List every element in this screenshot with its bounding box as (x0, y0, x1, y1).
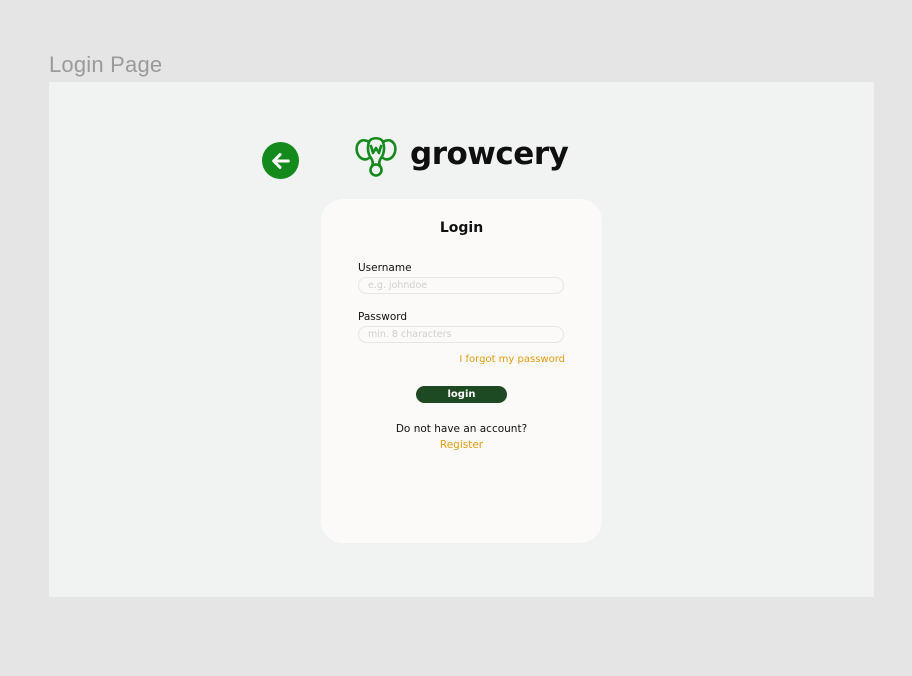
login-card: Login Username Password I forgot my pass… (321, 199, 602, 543)
card-title: Login (439, 220, 484, 236)
brand-name: growcery (410, 135, 569, 172)
no-account-text: Do not have an account? (395, 423, 528, 435)
register-link[interactable]: Register (321, 439, 602, 451)
password-input[interactable] (358, 326, 564, 343)
login-button[interactable]: login (416, 386, 507, 403)
arrow-left-icon (271, 152, 290, 169)
elephant-logo-icon (355, 136, 397, 177)
password-label: Password (358, 311, 408, 323)
back-button[interactable] (262, 142, 299, 179)
username-input[interactable] (358, 277, 564, 294)
brand: growcery (354, 133, 569, 179)
forgot-password-link[interactable]: I forgot my password (459, 354, 565, 365)
username-label: Username (358, 262, 412, 274)
frame-label: Login Page (49, 52, 163, 77)
